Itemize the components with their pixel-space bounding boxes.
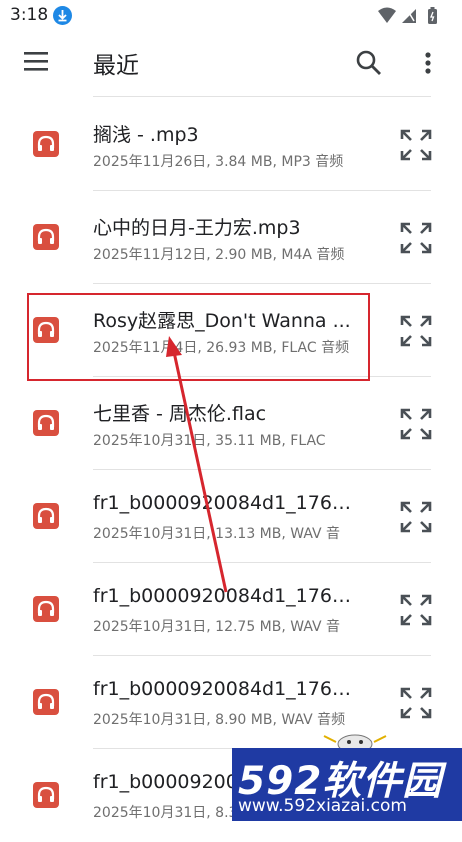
annotation-highlight-box [27,293,370,381]
signal-icon [402,9,416,23]
audio-file-icon [33,782,59,808]
battery-icon [428,7,437,24]
audio-file-icon [33,410,59,436]
watermark-banner: 592软件园 www.592xiazai.com [232,748,462,821]
file-name: fr1_b0000920084d1_1761... [93,585,355,607]
file-name: 搁浅 - .mp3 [93,124,199,146]
file-name: 心中的日月-王力宏.mp3 [93,217,301,239]
more-options-icon[interactable] [414,46,442,80]
file-meta: 2025年10月31日, 35.11 MB, FLAC [93,433,326,449]
file-row[interactable]: 心中的日月-王力宏.mp3 2025年11月12日, 2.90 MB, M4A … [0,191,462,284]
expand-icon[interactable] [398,406,434,442]
status-time: 3:18 [10,5,49,25]
file-row[interactable]: 搁浅 - .mp3 2025年11月26日, 3.84 MB, MP3 音频 [0,98,462,191]
file-name: fr1_b0000920084d1_1761... [93,678,355,700]
file-meta: 2025年11月26日, 3.84 MB, MP3 音频 [93,154,344,170]
top-divider [93,96,431,97]
expand-icon[interactable] [398,499,434,535]
expand-icon[interactable] [398,592,434,628]
page-title: 最近 [93,53,139,79]
expand-icon[interactable] [398,685,434,721]
file-row[interactable]: fr1_b0000920084d1_1761... 2025年10月31日, 1… [0,470,462,563]
file-row[interactable]: fr1_b0000920084d1_1761... 2025年10月31日, 1… [0,563,462,656]
download-notification-icon [53,6,72,25]
toolbar: 最近 [0,32,462,92]
wifi-icon [378,7,396,23]
file-name: fr1_b0000920084d1_1761... [93,492,355,514]
audio-file-icon [33,596,59,622]
expand-icon[interactable] [398,127,434,163]
search-icon[interactable] [352,46,386,80]
file-meta: 2025年11月12日, 2.90 MB, M4A 音频 [93,247,345,263]
expand-icon[interactable] [398,313,434,349]
file-meta: 2025年10月31日, 13.13 MB, WAV 音 [93,526,341,542]
file-meta: 2025年10月31日, 12.75 MB, WAV 音 [93,619,341,635]
audio-file-icon [33,224,59,250]
watermark-url: www.592xiazai.com [238,796,407,816]
status-bar: 3:18 [0,0,462,32]
file-name: 七里香 - 周杰伦.flac [93,403,267,425]
menu-icon[interactable] [20,48,52,76]
audio-file-icon [33,131,59,157]
audio-file-icon [33,503,59,529]
expand-icon[interactable] [398,220,434,256]
file-row[interactable]: 七里香 - 周杰伦.flac 2025年10月31日, 35.11 MB, FL… [0,377,462,470]
audio-file-icon [33,689,59,715]
status-icons [376,6,446,26]
